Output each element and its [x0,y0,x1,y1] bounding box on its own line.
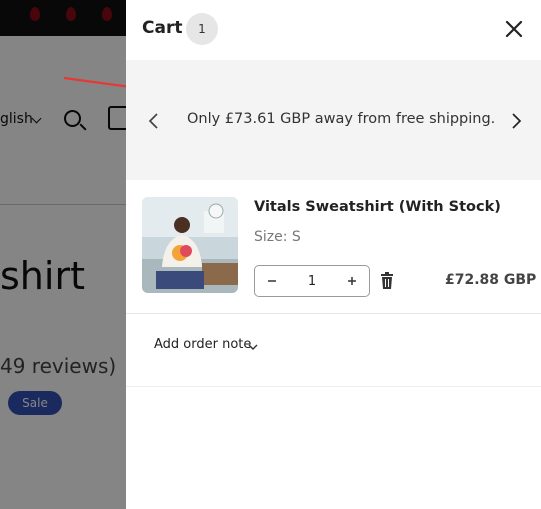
plus-icon[interactable] [337,266,367,296]
cart-header: Cart 1 [126,0,541,60]
free-shipping-bar: Only £73.61 GBP away from free shipping. [126,60,541,180]
cart-line-item: Vitals Sweatshirt (With Stock) Size: S £… [126,181,541,314]
order-note-section: Add order note [126,313,541,387]
cart-count-badge: 1 [186,13,218,45]
product-variant: Size: S [254,229,301,245]
quantity-stepper [254,265,370,297]
cart-drawer: Cart 1 Only £73.61 GBP away from free sh… [126,0,541,509]
cart-title: Cart [142,18,183,38]
add-order-note-button[interactable]: Add order note [154,337,251,352]
chevron-right-icon[interactable] [504,109,528,133]
minus-icon[interactable] [257,266,287,296]
quantity-input[interactable] [289,270,335,292]
product-thumbnail[interactable] [142,197,238,293]
product-name[interactable]: Vitals Sweatshirt (With Stock) [254,199,501,215]
close-icon[interactable] [503,18,525,40]
trash-icon[interactable] [379,272,395,290]
chevron-down-icon[interactable] [246,340,260,354]
line-item-price: £72.88 GBP [445,272,537,288]
shipping-message: Only £73.61 GBP away from free shipping. [187,111,496,127]
chevron-left-icon[interactable] [142,109,166,133]
